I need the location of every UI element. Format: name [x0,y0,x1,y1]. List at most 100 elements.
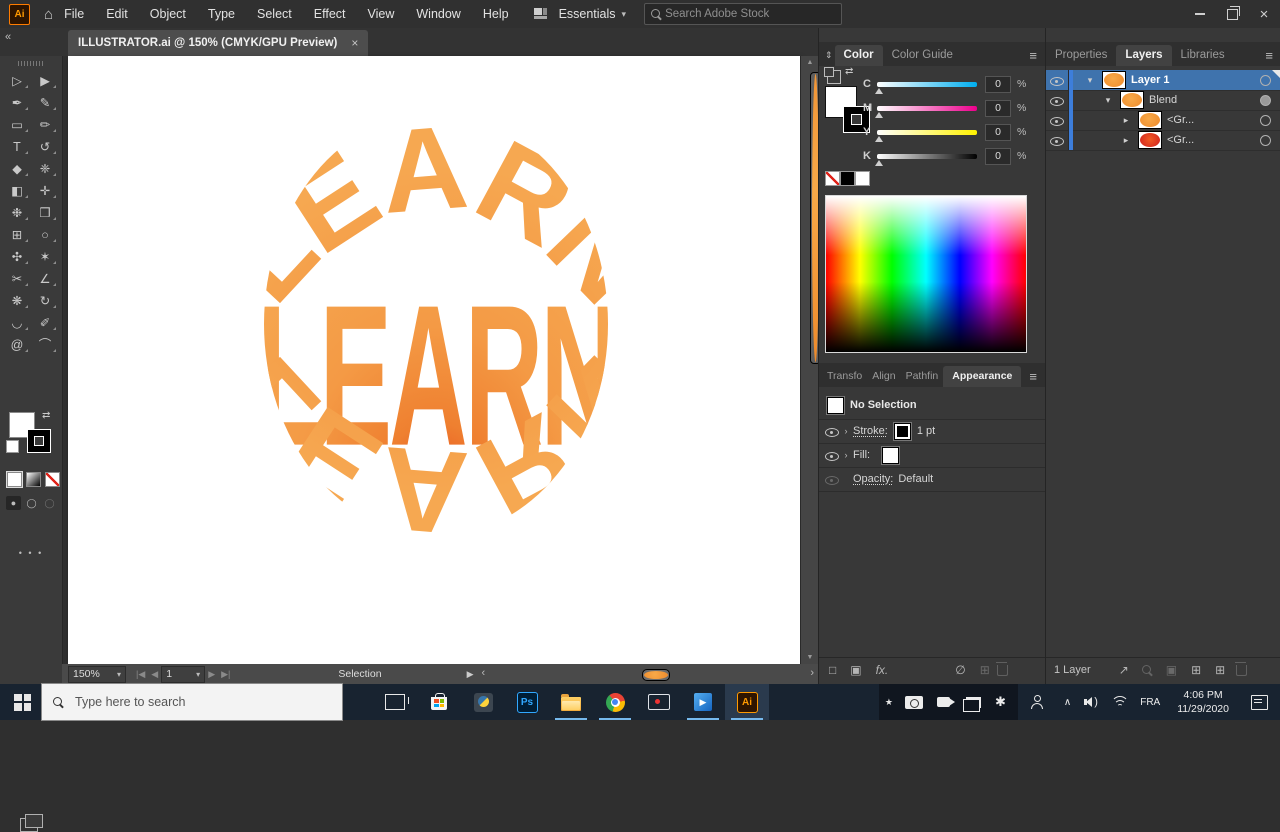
close-tab-icon[interactable]: × [351,36,358,50]
gear-icon[interactable]: ✱ [995,694,1006,710]
expand-chevron-icon[interactable]: ▾ [1101,95,1115,106]
layer-name[interactable]: <Gr... [1167,134,1260,146]
new-sublayer-icon[interactable]: ⊞ [1191,663,1201,677]
prev-artboard-icon[interactable]: ◀ [151,669,158,680]
python-app-icon[interactable] [461,684,505,720]
default-fill-stroke-icon[interactable] [6,440,19,453]
learn-sphere-artwork[interactable]: LEARN LEARN LEARN [256,112,616,542]
document-tab[interactable]: ILLUSTRATOR.ai @ 150% (CMYK/GPU Preview)… [68,30,369,56]
layer-visibility-icon[interactable] [1050,74,1064,87]
panel-menu-icon[interactable]: ≡ [1265,48,1273,66]
draw-behind-mode[interactable]: ◯ [24,496,39,510]
layer-thumbnail[interactable] [1138,131,1162,149]
expand-chevron-icon[interactable]: › [839,426,853,436]
swap-fill-stroke-icon[interactable]: ⇄ [845,66,853,77]
fill-label[interactable]: Fill: [853,449,870,461]
layer-thumbnail[interactable] [1120,91,1144,109]
scroll-up-icon[interactable]: ▲ [801,59,819,66]
close-button[interactable]: × [1248,0,1280,28]
visibility-eye-icon[interactable] [825,449,839,462]
scroll-left-icon[interactable]: ‹ [482,667,486,679]
arrange-documents-icon[interactable] [533,8,548,20]
draw-normal-mode[interactable]: ● [6,496,21,510]
locate-object-icon[interactable] [1141,664,1154,677]
vertical-scrollbar[interactable]: ▲ ▼ [800,56,821,664]
horizontal-scroll-thumb[interactable] [641,669,670,681]
slider-thumb[interactable] [875,135,883,142]
target-circle-icon[interactable] [1260,94,1271,106]
layer-row-layer1[interactable]: ▾ Layer 1 [1046,70,1280,91]
stock-search-input[interactable] [663,7,808,21]
paintbrush-tool[interactable]: ✏ [31,114,59,136]
video-camera-icon[interactable] [936,697,955,707]
people-icon[interactable] [1030,695,1045,709]
layer-name[interactable]: Blend [1149,94,1260,106]
black-value[interactable]: 0 [985,147,1011,165]
tab-color[interactable]: Color [834,45,883,66]
expand-chevron-icon[interactable]: ▸ [1119,115,1133,126]
target-circle-icon[interactable] [1260,114,1271,126]
lasso-tool[interactable]: ◡ [3,312,31,334]
rectangle-tool[interactable]: ▭ [3,114,31,136]
taskbar-search-input[interactable] [73,694,297,710]
layer-thumbnail[interactable] [1102,71,1126,89]
visibility-eye-icon[interactable] [825,473,839,486]
layer-name[interactable]: <Gr... [1167,114,1260,126]
panel-drag-handle[interactable] [18,61,44,66]
direct-selection-tool[interactable]: ▶ [31,70,59,92]
layer-thumbnail[interactable] [1138,111,1162,129]
expand-chevron-icon[interactable]: ▸ [1119,135,1133,146]
cyan-value[interactable]: 0 [985,75,1011,93]
rotate-view-tool[interactable]: ↻ [31,290,59,312]
change-screen-mode-icon[interactable] [20,814,43,832]
panel-collapse-icon[interactable]: ⇕ [819,50,835,66]
layer-visibility-icon[interactable] [1050,94,1064,107]
width-tool[interactable]: ✣ [3,246,31,268]
spiral-tool[interactable]: @ [3,334,31,356]
black-slider[interactable] [875,153,977,166]
swap-fill-stroke-icon[interactable]: ⇄ [42,410,50,421]
restore-button[interactable] [1216,0,1248,28]
selection-tool[interactable]: ▷ [3,70,31,92]
magenta-value[interactable]: 0 [985,99,1011,117]
add-new-fill-icon[interactable]: ▣ [850,663,861,677]
edit-toolbar-icon[interactable]: • • • [0,548,62,558]
artboard-number-select[interactable]: 1 ▾ [161,665,206,683]
menu-window[interactable]: Window [405,0,471,28]
panel-menu-icon[interactable]: ≡ [1029,48,1037,66]
magic-wand-tool[interactable]: ✶ [31,246,59,268]
screen-recorder-icon[interactable] [637,684,681,720]
volume-icon[interactable]: ) [1084,696,1099,708]
curvature-tool[interactable]: ✎ [31,92,59,114]
chrome-icon[interactable] [593,684,637,720]
menu-select[interactable]: Select [246,0,303,28]
menu-file[interactable]: File [53,0,95,28]
swatch-white[interactable] [855,171,870,186]
swatch-black[interactable] [840,171,855,186]
expand-chevron-icon[interactable]: › [839,450,853,460]
layer-row-group1[interactable]: ▸ <Gr... [1046,110,1280,131]
swatch-none[interactable] [825,171,840,186]
layer-row-group2[interactable]: ▸ <Gr... [1046,130,1280,151]
layer-row-blend[interactable]: ▾ Blend [1046,90,1280,111]
measure-tool[interactable]: ∠ [31,268,59,290]
stroke-label[interactable]: Stroke: [853,425,888,437]
movies-tv-icon[interactable]: ▶ [681,684,725,720]
magenta-slider[interactable] [875,105,977,118]
illustrator-taskbar-icon[interactable]: Ai [725,684,769,720]
shaper-tool[interactable]: ❈ [31,158,59,180]
layer-visibility-icon[interactable] [1050,114,1064,127]
fill-row[interactable]: › Fill: [819,443,1045,468]
start-button[interactable] [14,693,31,711]
home-icon[interactable]: ⌂ [44,6,53,23]
tab-properties[interactable]: Properties [1046,45,1116,66]
tab-color-guide[interactable]: Color Guide [883,45,962,66]
tab-appearance[interactable]: Appearance [943,366,1022,387]
action-center-icon[interactable] [1251,694,1268,710]
stroke-color-swatch[interactable] [27,429,51,453]
menu-object[interactable]: Object [139,0,197,28]
status-panel-arrow-icon[interactable]: ▶ [467,669,474,680]
color-spectrum[interactable] [825,195,1027,353]
stroke-swatch[interactable] [892,421,912,441]
symbol-sprayer-tool[interactable]: ❋ [3,290,31,312]
